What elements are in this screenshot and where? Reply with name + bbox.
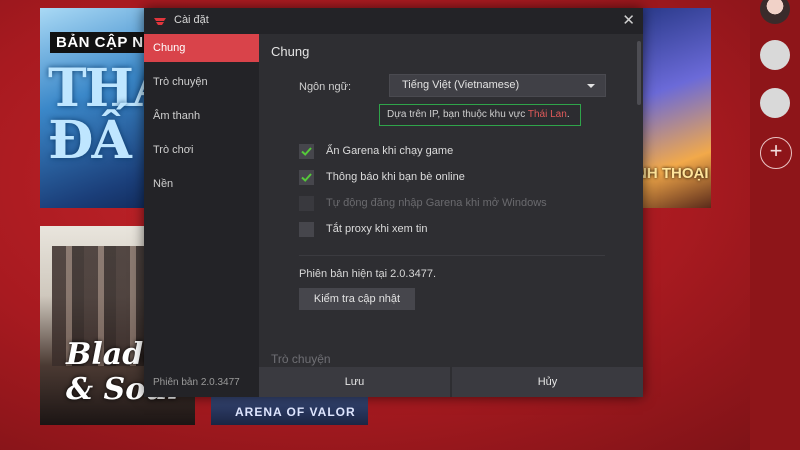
garena-logo-icon: [154, 18, 166, 25]
cancel-button[interactable]: Hủy: [452, 367, 643, 397]
nav-item-chung[interactable]: Chung: [144, 34, 259, 62]
option-label: Thông báo khi bạn bè online: [326, 171, 465, 183]
friends-rail: +: [750, 0, 800, 450]
close-icon[interactable]: ✕: [622, 11, 635, 29]
settings-content: Chung Ngôn ngữ: Tiếng Việt (Vietnamese) …: [259, 34, 643, 367]
add-friend-button[interactable]: +: [760, 137, 792, 169]
current-version: Phiên bản hiện tại 2.0.3477.: [299, 268, 437, 280]
dialog-titlebar: Cài đặt ✕: [144, 8, 643, 34]
checkbox-hide-garena[interactable]: [299, 144, 314, 159]
ip-note-suffix: .: [566, 109, 570, 120]
scrollbar-thumb[interactable]: [637, 41, 641, 105]
nav-item-tro-chuyen[interactable]: Trò chuyện: [144, 68, 259, 96]
option-label: Ẩn Garena khi chạy game: [326, 145, 454, 157]
next-section-title: Trò chuyện: [271, 352, 331, 366]
settings-dialog: Cài đặt ✕ Chung Trò chuyện Âm thanh Trò …: [144, 8, 643, 397]
avatar[interactable]: [760, 0, 790, 24]
option-label: Tắt proxy khi xem tin: [326, 223, 428, 235]
dialog-footer: Lưu Hủy: [259, 367, 643, 397]
settings-nav: Chung Trò chuyện Âm thanh Trò chơi Nền P…: [144, 34, 259, 397]
section-title: Chung: [271, 44, 310, 59]
language-label: Ngôn ngữ:: [299, 81, 352, 93]
nav-version-label: Phiên bản 2.0.3477: [153, 377, 240, 388]
nav-item-tro-choi[interactable]: Trò chơi: [144, 136, 259, 164]
checkbox-auto-login: [299, 196, 314, 211]
checkmark-icon: [301, 147, 312, 156]
nav-item-nen[interactable]: Nền: [144, 170, 259, 198]
tile-title: NH THOẠI: [640, 165, 709, 182]
divider: [299, 255, 605, 256]
tile-title: ARENA OF VALOR: [235, 405, 356, 419]
chevron-down-icon: [587, 84, 595, 88]
checkbox-disable-proxy[interactable]: [299, 222, 314, 237]
game-tile-lien-quan[interactable]: NH THOẠI: [640, 8, 711, 208]
ip-note-text: Dựa trên IP, bạn thuộc khu vực: [387, 109, 528, 120]
nav-item-am-thanh[interactable]: Âm thanh: [144, 102, 259, 130]
language-value: Tiếng Việt (Vietnamese): [402, 79, 520, 91]
save-button[interactable]: Lưu: [259, 367, 450, 397]
check-update-button[interactable]: Kiểm tra cập nhật: [299, 288, 415, 310]
friend-avatar[interactable]: [760, 88, 790, 118]
checkbox-friend-online[interactable]: [299, 170, 314, 185]
option-label: Tự động đăng nhập Garena khi mở Windows: [326, 197, 547, 209]
checkmark-icon: [301, 173, 312, 182]
game-tile-arena-of-valor[interactable]: ARENA OF VALOR: [211, 395, 368, 425]
dialog-title: Cài đặt: [174, 14, 209, 26]
ip-region-note: Dựa trên IP, bạn thuộc khu vực Thái Lan.: [379, 104, 581, 126]
friend-avatar[interactable]: [760, 40, 790, 70]
language-select[interactable]: Tiếng Việt (Vietnamese): [389, 74, 606, 97]
ip-note-country: Thái Lan: [527, 109, 567, 120]
